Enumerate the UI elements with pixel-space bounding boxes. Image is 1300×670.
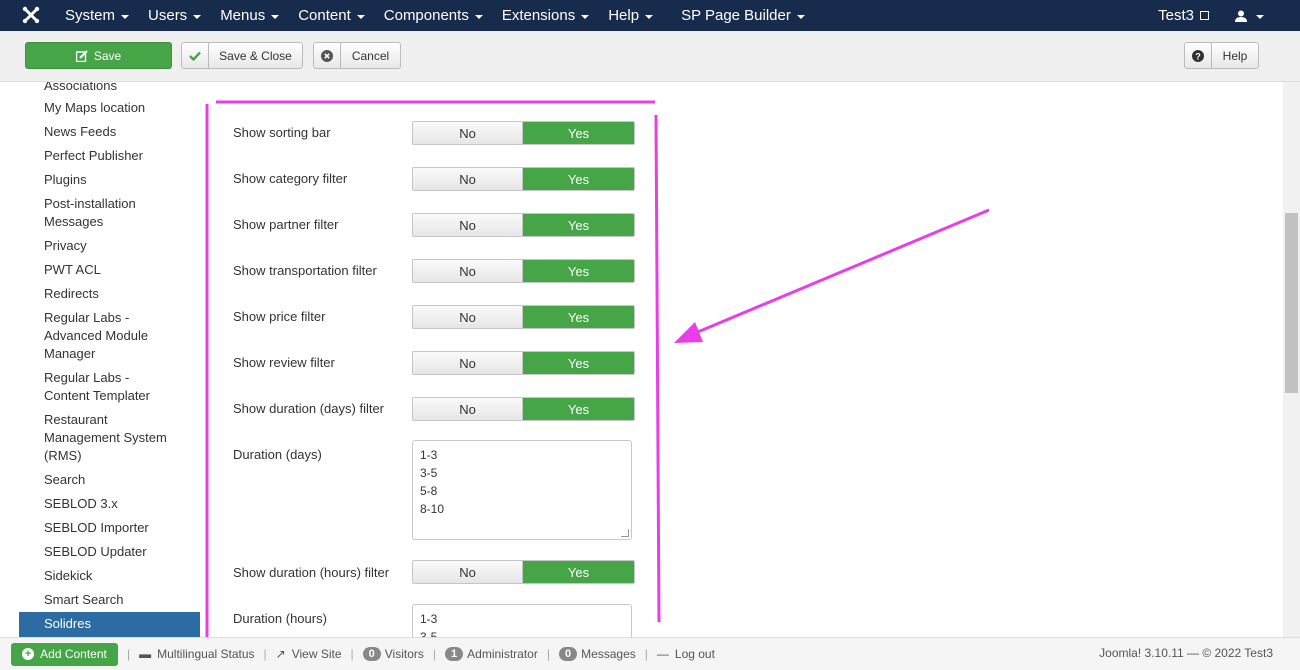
logout-link[interactable]: — Log out: [657, 647, 715, 661]
status-bar: + Add Content | ▬ Multilingual Status | …: [0, 637, 1300, 670]
external-link-icon: ↗: [275, 647, 286, 661]
multilingual-status-link[interactable]: ▬ Multilingual Status: [139, 647, 254, 661]
minus-icon: —: [656, 647, 669, 661]
visitors-badge: 0: [362, 647, 381, 661]
divider: |: [127, 647, 131, 661]
divider: |: [263, 647, 267, 661]
messages-status[interactable]: 0 Messages: [558, 647, 636, 661]
annotation-arrow-shaft: [692, 208, 990, 336]
add-content-button[interactable]: + Add Content: [11, 642, 118, 666]
comment-icon: ▬: [139, 647, 152, 661]
messages-badge: 0: [558, 647, 578, 661]
divider: |: [350, 647, 354, 661]
divider: |: [644, 647, 648, 661]
annotation-overlay: [205, 100, 990, 637]
version-info: Joomla! 3.10.11 — © 2022 Test3: [1099, 646, 1273, 660]
visitors-status[interactable]: 0 Visitors: [362, 647, 424, 661]
view-site-link[interactable]: ↗ View Site: [276, 647, 342, 661]
plus-icon: +: [22, 648, 35, 660]
divider: |: [432, 647, 437, 661]
vertical-scrollbar[interactable]: [1283, 82, 1300, 637]
annotation-line-right: [654, 114, 661, 623]
divider: |: [546, 647, 550, 661]
administrator-status[interactable]: 1 Administrator: [445, 647, 538, 661]
annotation-arrow-head: [674, 322, 703, 343]
scrollbar-thumb[interactable]: [1285, 213, 1298, 393]
admin-badge: 1: [445, 647, 464, 661]
